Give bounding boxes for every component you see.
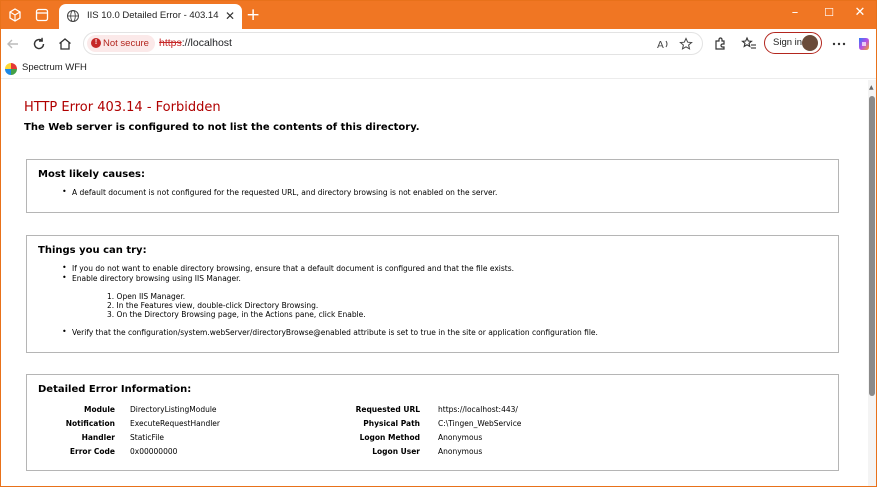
error-title: HTTP Error 403.14 - Forbidden — [24, 100, 221, 115]
workspaces-icon[interactable] — [7, 7, 23, 23]
step-item: 3. On the Directory Browsing page, in th… — [107, 310, 366, 319]
more-options-icon[interactable] — [830, 35, 848, 53]
maximize-icon[interactable]: ☐ — [819, 5, 839, 21]
page-scrollbar[interactable]: ▲ — [868, 80, 876, 486]
detail-value-error-code: 0x00000000 — [130, 447, 178, 456]
detail-label-logon-method: Logon Method — [359, 433, 420, 442]
title-bar: IIS 10.0 Detailed Error - 403.14 - Fo ✕ … — [1, 1, 876, 29]
address-toolbar: ! Not secure https://localhost A Sign in — [1, 29, 876, 59]
home-icon[interactable] — [56, 35, 74, 53]
detail-label-handler: Handler — [81, 433, 115, 442]
details-heading: Detailed Error Information: — [38, 384, 192, 395]
favorite-star-icon[interactable] — [679, 37, 693, 51]
try-heading: Things you can try: — [38, 245, 147, 256]
tab-active[interactable]: IIS 10.0 Detailed Error - 403.14 - Fo ✕ — [59, 4, 242, 29]
detail-label-requested-url: Requested URL — [355, 405, 420, 414]
detail-label-error-code: Error Code — [69, 447, 115, 456]
back-icon[interactable] — [4, 35, 22, 53]
detail-value-physical-path: C:\Tingen_WebService — [438, 419, 522, 428]
not-secure-label: Not secure — [103, 38, 149, 49]
detail-value-notification: ExecuteRequestHandler — [130, 419, 220, 428]
avatar — [802, 35, 818, 51]
detail-label-logon-user: Logon User — [372, 447, 420, 456]
try-item: If you do not want to enable directory b… — [62, 263, 514, 273]
details-panel: Detailed Error Information: Module Direc… — [26, 374, 839, 471]
svg-text:A: A — [657, 40, 664, 51]
try-item: Enable directory browsing using IIS Mana… — [62, 273, 241, 283]
close-window-icon[interactable]: ✕ — [850, 5, 870, 21]
causes-panel: Most likely causes: A default document i… — [26, 159, 839, 213]
url-text[interactable]: https://localhost — [159, 37, 232, 49]
minimize-icon[interactable]: – — [785, 5, 805, 21]
address-bar[interactable]: ! Not secure https://localhost A — [83, 32, 703, 55]
step-item: 2. In the Features view, double-click Di… — [107, 301, 319, 310]
close-tab-icon[interactable]: ✕ — [225, 9, 235, 23]
try-panel: Things you can try: If you do not want t… — [26, 235, 839, 353]
url-scheme: https — [159, 37, 182, 49]
causes-heading: Most likely causes: — [38, 169, 145, 180]
scroll-thumb[interactable] — [869, 96, 875, 396]
extensions-icon[interactable] — [711, 35, 729, 53]
read-aloud-icon[interactable]: A — [656, 37, 670, 51]
page-content: HTTP Error 403.14 - Forbidden The Web se… — [1, 80, 868, 486]
error-subtitle: The Web server is configured to not list… — [24, 122, 420, 133]
not-secure-badge[interactable]: ! Not secure — [87, 35, 155, 52]
detail-value-handler: StaticFile — [130, 433, 164, 442]
sign-in-label: Sign in — [773, 37, 803, 48]
refresh-icon[interactable] — [30, 35, 48, 53]
cause-item: A default document is not configured for… — [62, 187, 497, 197]
detail-value-logon-method: Anonymous — [438, 433, 483, 442]
sign-in-button[interactable]: Sign in — [764, 32, 822, 54]
tab-title: IIS 10.0 Detailed Error - 403.14 - Fo — [87, 10, 220, 21]
detail-label-physical-path: Physical Path — [363, 419, 420, 428]
detail-label-module: Module — [84, 405, 115, 414]
scroll-up-icon[interactable]: ▲ — [869, 84, 874, 91]
new-tab-icon[interactable]: + — [246, 5, 260, 25]
tab-actions-icon[interactable] — [34, 7, 50, 23]
spectrum-icon — [5, 63, 17, 75]
favorites-bar: Spectrum WFH — [1, 59, 876, 79]
detail-value-logon-user: Anonymous — [438, 447, 483, 456]
browser-window: IIS 10.0 Detailed Error - 403.14 - Fo ✕ … — [0, 0, 877, 487]
favorite-label: Spectrum WFH — [22, 62, 87, 73]
warning-icon: ! — [91, 38, 101, 48]
globe-icon — [67, 10, 79, 22]
detail-label-notification: Notification — [65, 419, 115, 428]
try-item: Verify that the configuration/system.web… — [62, 327, 598, 337]
url-host: ://localhost — [181, 37, 232, 49]
detail-value-module: DirectoryListingModule — [130, 405, 217, 414]
copilot-icon[interactable] — [855, 35, 873, 53]
detail-value-requested-url: https://localhost:443/ — [438, 405, 518, 414]
step-item: 1. Open IIS Manager. — [107, 292, 186, 301]
favorites-icon[interactable] — [740, 35, 758, 53]
